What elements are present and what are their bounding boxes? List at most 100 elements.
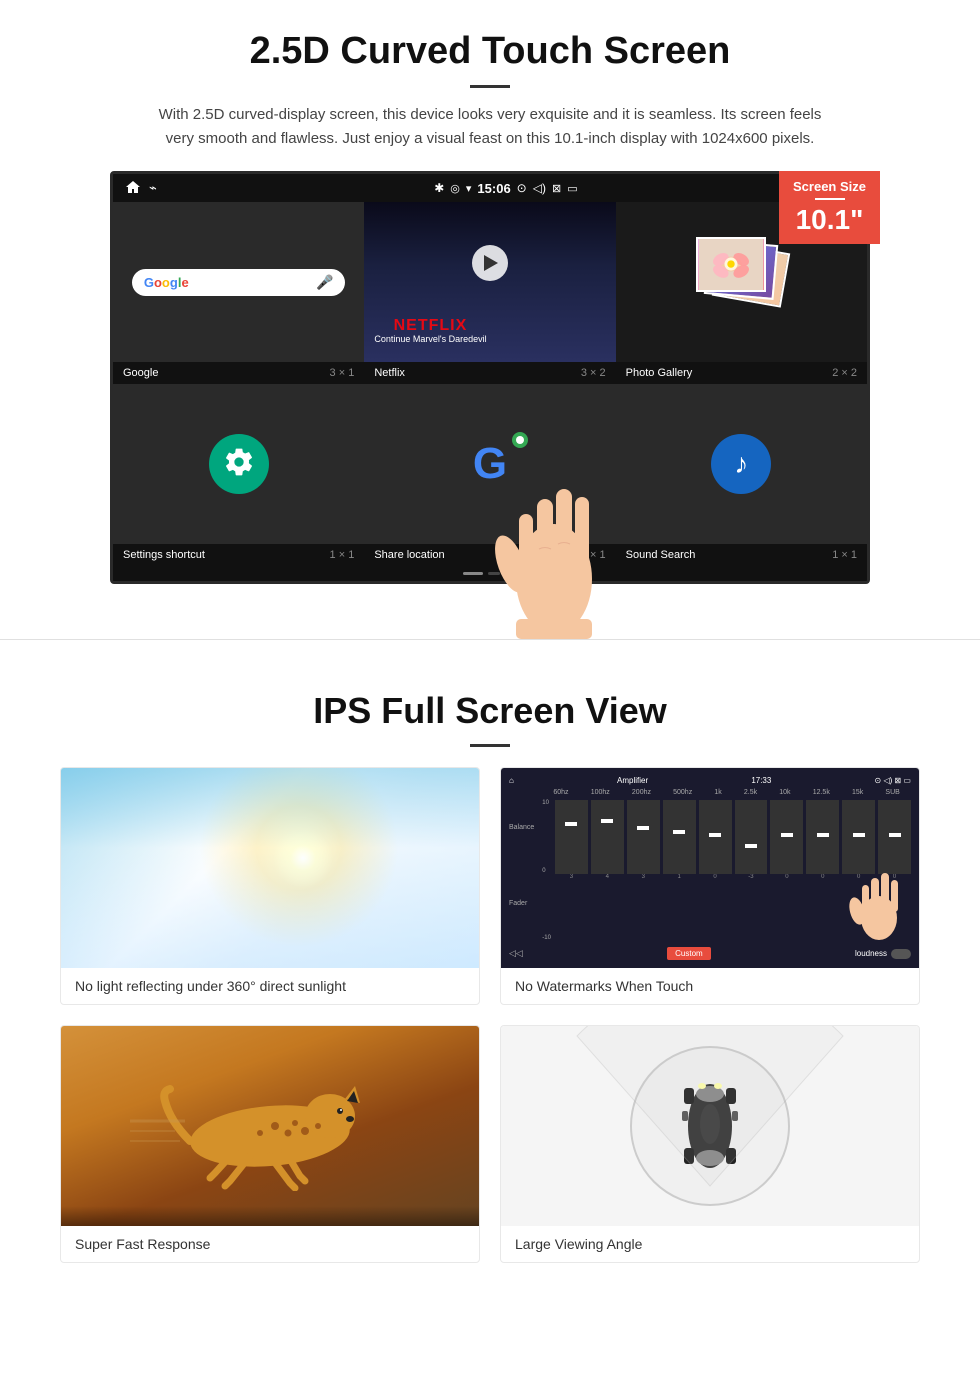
status-left-icons: ⌁: [125, 180, 157, 197]
feature-sunlight: No light reflecting under 360° direct su…: [60, 767, 480, 1005]
google-name: Google: [123, 367, 158, 379]
photo-card-3: [696, 237, 766, 292]
status-center-icons: ✱ ◎ ▾ 15:06 ⊙ ◁) ⊠ ▭: [157, 181, 855, 196]
photo-size: 2 × 2: [832, 367, 857, 379]
netflix-label-box: NETFLIX Continue Marvel's Daredevil: [374, 318, 486, 344]
sound-tile-inner: ♪: [616, 384, 867, 544]
netflix-name: Netflix: [374, 367, 405, 379]
feature-cheetah: Super Fast Response: [60, 1025, 480, 1263]
amp-eq-labels: 60hz100hz200hz500hz 1k2.5k10k12.5k15kSUB: [542, 789, 911, 796]
usb-icon: ⌁: [149, 180, 157, 196]
google-bg: Google 🎤: [113, 202, 364, 362]
balance-label: Balance: [509, 824, 534, 831]
car-circle: [630, 1046, 790, 1206]
amplifier-image: ⌂ Amplifier 17:33 ⊙ ◁) ⊠ ▭ Balance Fader…: [501, 768, 919, 968]
features-grid: No light reflecting under 360° direct su…: [60, 767, 920, 1263]
settings-tile[interactable]: Settings shortcut 1 × 1: [113, 384, 364, 566]
google-size: 3 × 1: [330, 367, 355, 379]
photo-stack: [696, 237, 786, 327]
amp-toggle[interactable]: [891, 949, 911, 959]
hand-watermark-touch: [849, 853, 909, 948]
netflix-bg: NETFLIX Continue Marvel's Daredevil: [364, 202, 615, 362]
fader-label: Fader: [509, 900, 534, 907]
page-dot-2: [505, 572, 517, 575]
page-dots: [113, 566, 867, 581]
sound-size: 1 × 1: [832, 549, 857, 561]
share-location-tile[interactable]: G Share location 1 × 1: [364, 384, 615, 566]
cheetah-caption: Super Fast Response: [61, 1226, 479, 1262]
amplifier-caption: No Watermarks When Touch: [501, 968, 919, 1004]
share-name: Share location: [374, 549, 444, 561]
netflix-label: Netflix 3 × 2: [364, 362, 615, 384]
window-icon: ▭: [567, 182, 577, 195]
music-note-icon: ♪: [734, 448, 748, 480]
music-icon-circle: ♪: [711, 434, 771, 494]
flower-svg: [698, 239, 764, 290]
settings-label: Settings shortcut 1 × 1: [113, 544, 364, 566]
netflix-play-button[interactable]: [472, 245, 508, 281]
amp-home-icon: ⌂: [509, 776, 514, 785]
section1-description: With 2.5D curved-display screen, this de…: [150, 103, 830, 151]
sunlight-caption: No light reflecting under 360° direct su…: [61, 968, 479, 1004]
google-tile[interactable]: Google 🎤 Google 3 × 1: [113, 202, 364, 384]
home-icon: [125, 180, 141, 197]
netflix-subtitle: Continue Marvel's Daredevil: [374, 334, 486, 344]
top-app-row: Google 🎤 Google 3 × 1: [113, 202, 867, 384]
amp-icons: ⊙ ◁) ⊠ ▭: [875, 776, 911, 785]
sunlight-image: [61, 768, 479, 968]
share-label: Share location 1 × 1: [364, 544, 615, 566]
badge-label: Screen Size: [793, 179, 866, 194]
netflix-logo: NETFLIX: [374, 318, 486, 334]
feature-car: Large Viewing Angle: [500, 1025, 920, 1263]
bluetooth-icon: ✱: [434, 181, 444, 195]
loudness-label: loudness: [855, 949, 887, 958]
sound-name: Sound Search: [626, 549, 696, 561]
amp-title-text: Amplifier: [617, 776, 648, 785]
play-triangle-icon: [484, 255, 498, 271]
google-mic-icon[interactable]: 🎤: [316, 274, 333, 291]
amp-custom-btn[interactable]: Custom: [667, 947, 711, 960]
bottom-app-row: Settings shortcut 1 × 1 G: [113, 384, 867, 566]
car-caption: Large Viewing Angle: [501, 1226, 919, 1262]
sound-search-tile[interactable]: ♪ Sound Search 1 × 1: [616, 384, 867, 566]
section-curved-screen: 2.5D Curved Touch Screen With 2.5D curve…: [0, 0, 980, 609]
amp-loudness: loudness: [855, 949, 911, 959]
share-size: 1 × 1: [581, 549, 606, 561]
settings-bg: [113, 384, 364, 544]
section1-title: 2.5D Curved Touch Screen: [60, 30, 920, 73]
volume-icon: ◁): [533, 181, 546, 195]
settings-name: Settings shortcut: [123, 549, 205, 561]
device-mockup: Screen Size 10.1" ⌁: [110, 171, 870, 584]
signal-icon: ▾: [466, 182, 472, 195]
share-bg: G: [364, 384, 615, 544]
close-box-icon: ⊠: [552, 182, 561, 195]
photo-name: Photo Gallery: [626, 367, 693, 379]
amp-time: 17:33: [751, 776, 771, 785]
amp-bottom-controls: ◁◁ Custom loudness: [509, 947, 911, 960]
netflix-tile-inner: NETFLIX Continue Marvel's Daredevil: [364, 202, 615, 362]
settings-tile-inner: [113, 384, 364, 544]
netflix-tile[interactable]: NETFLIX Continue Marvel's Daredevil Netf…: [364, 202, 615, 384]
amp-status: ⌂ Amplifier 17:33 ⊙ ◁) ⊠ ▭: [509, 776, 911, 785]
car-svg: [650, 1066, 770, 1186]
google-logo: Google: [144, 275, 189, 290]
page-dot-1: [488, 572, 500, 575]
cheetah-image: [61, 1026, 479, 1226]
google-search-bar[interactable]: Google 🎤: [132, 269, 346, 296]
status-time: 15:06: [477, 181, 510, 196]
amp-y-axis: 10 0 -10: [542, 800, 553, 941]
settings-size: 1 × 1: [330, 549, 355, 561]
settings-icon-circle: [209, 434, 269, 494]
cheetah-svg: [130, 1061, 410, 1191]
amp-back-btn: ◁◁: [509, 948, 523, 959]
sound-label: Sound Search 1 × 1: [616, 544, 867, 566]
badge-divider: [815, 198, 845, 200]
status-bar: ⌁ ✱ ◎ ▾ 15:06 ⊙ ◁) ⊠: [113, 174, 867, 202]
sound-bg: ♪: [616, 384, 867, 544]
section-ips: IPS Full Screen View No light reflecting…: [0, 670, 980, 1293]
share-tile-inner: G: [364, 384, 615, 544]
ips-title-divider: [470, 744, 510, 747]
device-screen: ⌁ ✱ ◎ ▾ 15:06 ⊙ ◁) ⊠: [110, 171, 870, 584]
page-dot-active: [463, 572, 483, 575]
title-divider: [470, 85, 510, 88]
